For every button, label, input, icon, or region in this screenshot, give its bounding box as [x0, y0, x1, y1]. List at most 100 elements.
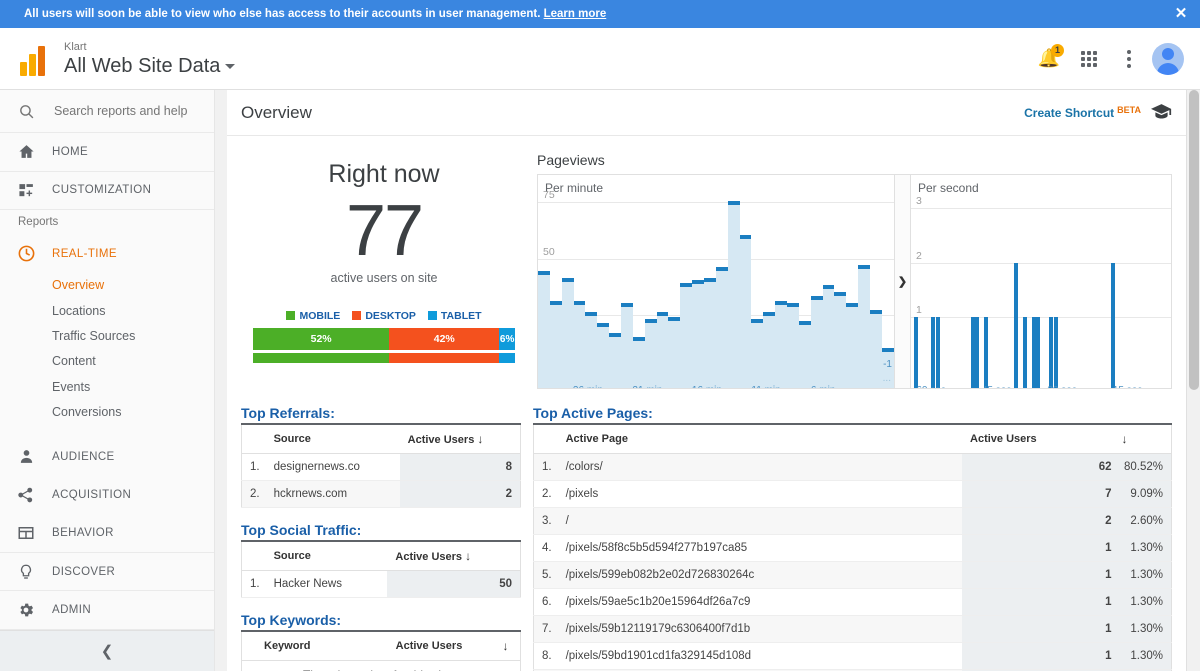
row-page[interactable]: /pixels/59ae5c1b20e15964df26a7c9 — [557, 588, 963, 616]
chart-bar[interactable] — [763, 175, 776, 388]
sidebar-item-home[interactable]: HOME — [0, 133, 214, 172]
device-segment-desktop[interactable]: 42% — [389, 328, 500, 350]
col-source[interactable]: Source — [265, 542, 388, 571]
chart-bar[interactable] — [881, 175, 894, 388]
table-row[interactable]: 1. designernews.co 8 — [241, 453, 521, 481]
sidebar-item-real-time[interactable]: REAL-TIME — [0, 234, 214, 272]
device-segment-tablet[interactable]: 6% — [499, 328, 515, 350]
avatar[interactable] — [1152, 42, 1184, 75]
device-segment-mobile[interactable]: 52% — [253, 328, 390, 350]
chart-bar[interactable] — [1110, 262, 1115, 388]
chart-bar[interactable] — [549, 175, 562, 388]
sidebar-item-events[interactable]: Events — [0, 374, 214, 399]
table-row[interactable]: 2./pixels 7 9.09% — [533, 480, 1172, 508]
chart-expand-button[interactable]: ❯ — [895, 175, 911, 388]
view-selector[interactable]: All Web Site Data — [64, 54, 236, 78]
chart-bar[interactable] — [1036, 317, 1041, 388]
col-active-users[interactable]: Active Users ↓ — [387, 542, 521, 571]
col-source[interactable]: Source — [265, 425, 400, 454]
chart-bar[interactable] — [834, 175, 847, 388]
banner-learn-more-link[interactable]: Learn more — [544, 8, 607, 20]
chevron-down-icon[interactable] — [225, 63, 236, 69]
chart-bar[interactable] — [632, 175, 645, 388]
chart-bar[interactable] — [858, 175, 871, 388]
sidebar-item-customization[interactable]: CUSTOMIZATION — [0, 172, 214, 211]
table-row[interactable]: 7./pixels/59b12119179c6306400f7d1b 1 1.30% — [533, 615, 1172, 643]
row-page[interactable]: /colors/ — [557, 453, 963, 481]
chart-bar[interactable] — [621, 175, 633, 388]
apps-button[interactable] — [1072, 42, 1106, 76]
chart-bar[interactable] — [983, 317, 988, 388]
row-page[interactable]: /pixels — [557, 480, 963, 508]
sidebar-collapse-button[interactable]: ❮ — [0, 629, 214, 671]
chart-bar[interactable] — [1014, 262, 1019, 388]
more-options-button[interactable] — [1112, 42, 1146, 76]
chart-bar[interactable] — [727, 175, 740, 388]
table-row[interactable]: 3./2 2.60% — [533, 507, 1172, 535]
row-page[interactable]: /pixels/59bd1901cd1fa329145d108d — [557, 642, 963, 670]
chart-bar[interactable] — [739, 175, 752, 388]
close-icon[interactable]: ✕ — [1172, 5, 1190, 23]
chart-bar[interactable] — [704, 175, 716, 388]
account-selector[interactable]: Klart All Web Site Data — [64, 40, 236, 78]
chart-bar[interactable] — [680, 175, 693, 388]
row-page[interactable]: /pixels/599eb082b2e02d726830264c — [557, 561, 963, 589]
chart-bar[interactable] — [715, 175, 728, 388]
chart-bar[interactable] — [573, 175, 586, 388]
sidebar-item-locations[interactable]: Locations — [0, 298, 214, 323]
sidebar-item-conversions[interactable]: Conversions — [0, 399, 214, 424]
chart-bar[interactable] — [751, 175, 764, 388]
col-active-users[interactable]: Active Users — [962, 425, 1114, 454]
sidebar-item-discover[interactable]: DISCOVER — [0, 553, 214, 592]
per-second-chart[interactable]: Per second 123 -60 sec-45 sec-30 sec-15 … — [911, 175, 1171, 388]
sidebar-item-admin[interactable]: ADMIN — [0, 591, 214, 630]
notifications-button[interactable]: 🔔 1 — [1032, 42, 1066, 76]
chart-bar[interactable] — [870, 175, 882, 388]
vertical-scrollbar[interactable] — [1186, 90, 1200, 671]
table-row[interactable]: 5./pixels/599eb082b2e02d726830264c 1 1.30% — [533, 561, 1172, 589]
chart-bar[interactable] — [692, 175, 705, 388]
chart-bar[interactable] — [975, 317, 980, 388]
chart-bar[interactable] — [609, 175, 622, 388]
scrollbar-thumb[interactable] — [1189, 90, 1199, 390]
create-shortcut-button[interactable]: Create Shortcut BETA — [1024, 105, 1141, 120]
chart-bar[interactable] — [668, 175, 681, 388]
table-row[interactable]: 2. hckrnews.com 2 — [241, 480, 521, 508]
chart-bar[interactable] — [935, 317, 940, 388]
table-row[interactable]: 1. Hacker News 50 — [241, 570, 521, 598]
row-source[interactable]: hckrnews.com — [265, 480, 400, 508]
chart-bar[interactable] — [644, 175, 657, 388]
chart-bar[interactable] — [1023, 317, 1028, 388]
chart-bar[interactable] — [656, 175, 669, 388]
chart-bar[interactable] — [597, 175, 610, 388]
chart-bar[interactable] — [538, 175, 550, 388]
search-input[interactable] — [52, 103, 192, 120]
row-source[interactable]: designernews.co — [265, 453, 400, 481]
sidebar-item-behavior[interactable]: BEHAVIOR — [0, 514, 214, 553]
chart-bar[interactable] — [822, 175, 835, 388]
chart-bar[interactable] — [914, 317, 918, 388]
col-active-users[interactable]: Active Users — [363, 632, 495, 661]
sidebar-item-audience[interactable]: AUDIENCE — [0, 438, 214, 476]
chart-bar[interactable] — [775, 175, 788, 388]
chart-bar[interactable] — [787, 175, 799, 388]
table-row[interactable]: 6./pixels/59ae5c1b20e15964df26a7c9 1 1.30% — [533, 588, 1172, 616]
chart-bar[interactable] — [585, 175, 598, 388]
col-active-page[interactable]: Active Page — [557, 425, 963, 454]
row-page[interactable]: / — [557, 507, 963, 535]
sidebar-item-overview[interactable]: Overview — [0, 273, 214, 298]
per-minute-chart[interactable]: Per minute 255075 -26 min-21 min-16 min-… — [538, 175, 895, 388]
graduation-cap-icon[interactable] — [1151, 103, 1172, 122]
col-sort[interactable]: ↓ — [1113, 425, 1172, 454]
row-page[interactable]: /pixels/58f8c5b5d594f277b197ca85 — [557, 534, 963, 562]
row-page[interactable]: /pixels/59b12119179c6306400f7d1b — [557, 615, 963, 643]
col-sort[interactable]: ↓ — [494, 632, 521, 661]
table-row[interactable]: 1./colors/62 80.52% — [533, 453, 1172, 481]
table-row[interactable]: 8./pixels/59bd1901cd1fa329145d108d 1 1.30% — [533, 642, 1172, 670]
sidebar-item-content[interactable]: Content — [0, 349, 214, 374]
chart-bar[interactable] — [810, 175, 823, 388]
chart-bar[interactable] — [846, 175, 859, 388]
table-row[interactable]: 4./pixels/58f8c5b5d594f277b197ca85 1 1.30% — [533, 534, 1172, 562]
col-active-users[interactable]: Active Users ↓ — [399, 425, 521, 454]
chart-bar[interactable] — [1053, 317, 1058, 388]
